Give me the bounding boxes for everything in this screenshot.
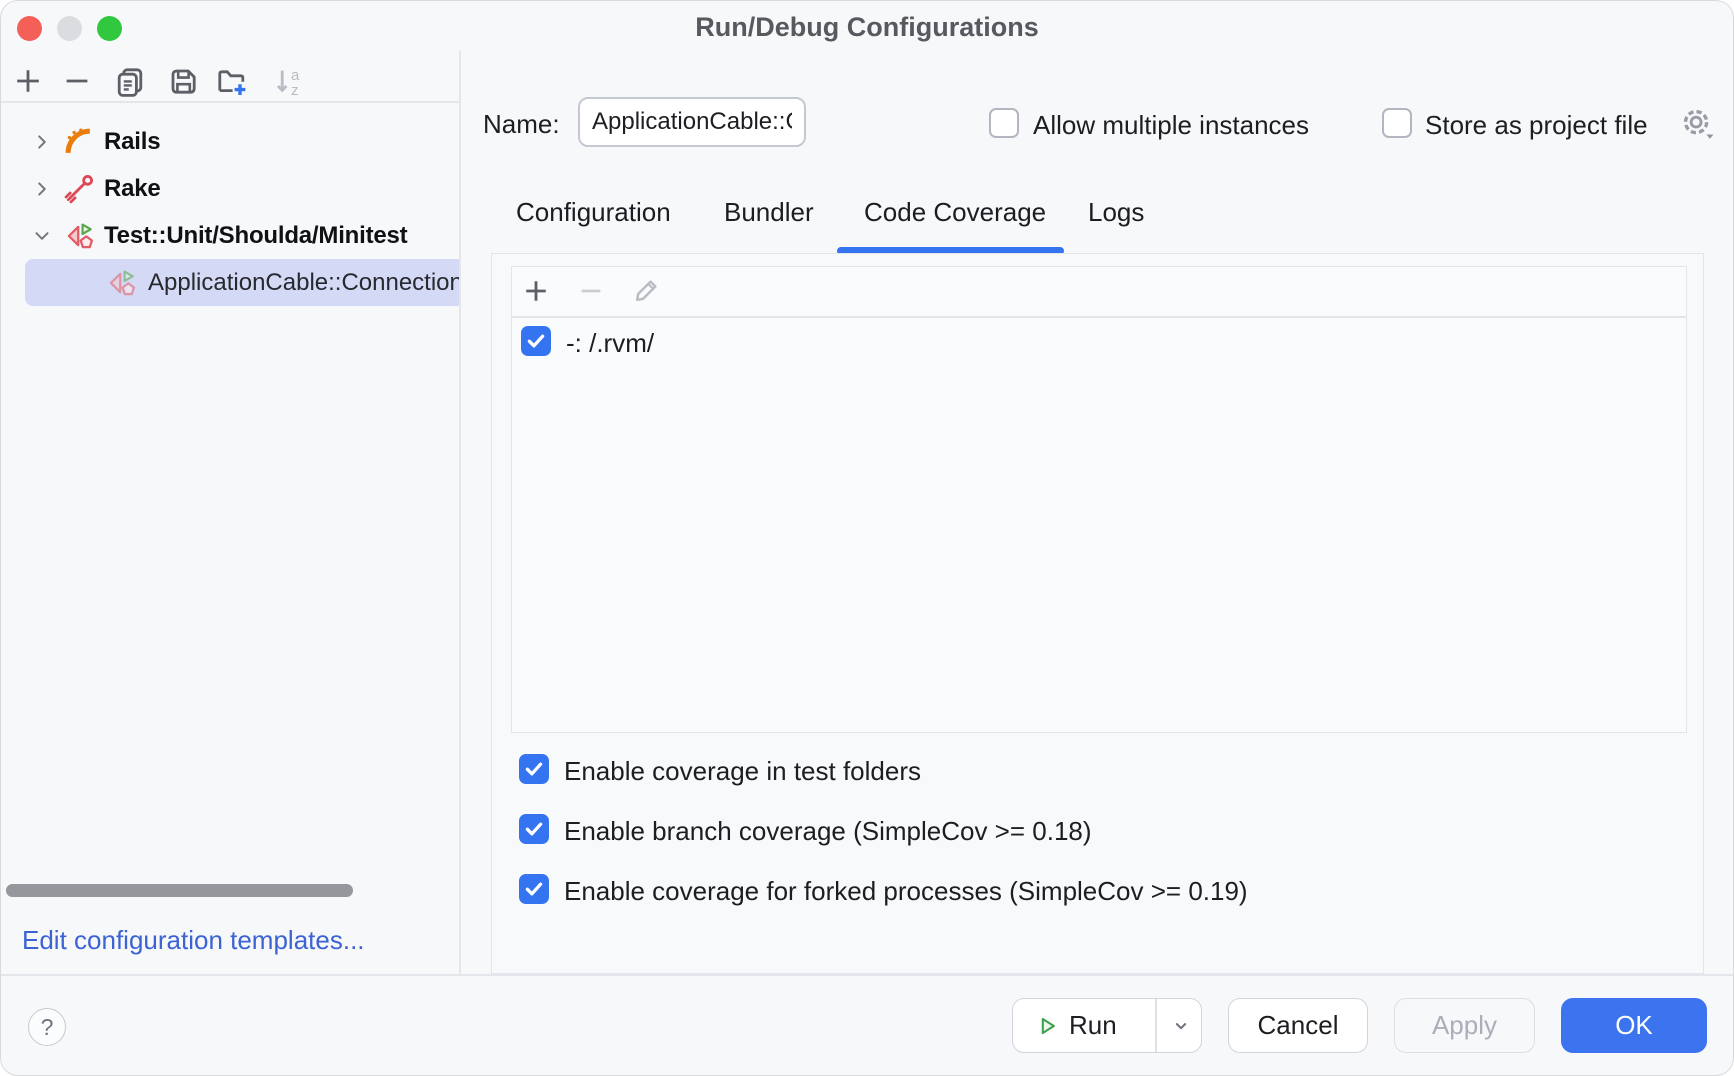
copy-icon bbox=[114, 65, 146, 97]
plus-icon bbox=[521, 276, 551, 306]
minus-icon bbox=[61, 65, 93, 97]
store-as-project-file-label: Store as project file bbox=[1425, 110, 1648, 141]
sidebar-divider bbox=[459, 51, 461, 974]
svg-text:z: z bbox=[291, 82, 299, 97]
test-unit-icon bbox=[64, 221, 94, 251]
checkmark-icon bbox=[522, 877, 546, 901]
ok-button[interactable]: OK bbox=[1561, 998, 1707, 1053]
new-folder-icon bbox=[215, 65, 247, 97]
help-button[interactable]: ? bbox=[28, 1008, 66, 1046]
tree-item-label: Test::Unit/Shoulda/Minitest bbox=[104, 222, 407, 250]
allow-multiple-instances-checkbox[interactable] bbox=[989, 108, 1019, 138]
enable-coverage-forked-processes-label: Enable coverage for forked processes (Si… bbox=[564, 876, 1248, 907]
play-icon bbox=[1035, 1014, 1059, 1038]
add-pattern-button[interactable] bbox=[521, 276, 551, 306]
sidebar-horizontal-scrollbar[interactable] bbox=[6, 884, 353, 897]
apply-button[interactable]: Apply bbox=[1394, 998, 1535, 1053]
run-debug-configurations-dialog: Run/Debug Configurations a z bbox=[0, 0, 1734, 1076]
remove-pattern-button[interactable] bbox=[576, 276, 606, 306]
sort-configurations-button[interactable]: a z bbox=[273, 65, 305, 97]
sort-alphabetically-icon: a z bbox=[273, 65, 305, 97]
tree-item-label: Rails bbox=[104, 128, 160, 156]
tab-configuration[interactable]: Configuration bbox=[516, 197, 671, 228]
store-options-gear-button[interactable] bbox=[1679, 105, 1715, 141]
pencil-icon bbox=[631, 276, 661, 306]
pattern-checkbox[interactable] bbox=[521, 326, 551, 356]
enable-coverage-in-test-folders-label: Enable coverage in test folders bbox=[564, 756, 921, 787]
rails-icon bbox=[64, 127, 94, 157]
tree-item-rails[interactable]: Rails bbox=[1, 118, 459, 165]
store-as-project-file-checkbox[interactable] bbox=[1382, 108, 1412, 138]
run-options-chevron-button[interactable] bbox=[1159, 999, 1203, 1052]
question-mark-icon: ? bbox=[41, 1014, 54, 1041]
tab-logs[interactable]: Logs bbox=[1088, 197, 1144, 228]
run-split-divider bbox=[1155, 999, 1157, 1052]
pattern-toolbar-separator bbox=[512, 316, 1686, 318]
configuration-name-input[interactable] bbox=[578, 97, 806, 147]
pattern-label: -: /.rvm/ bbox=[566, 328, 654, 359]
run-button[interactable]: Run bbox=[1012, 998, 1202, 1053]
remove-configuration-button[interactable] bbox=[61, 65, 93, 97]
name-label: Name: bbox=[483, 109, 560, 140]
cancel-button[interactable]: Cancel bbox=[1228, 998, 1368, 1053]
edit-pattern-button[interactable] bbox=[631, 276, 661, 306]
checkmark-icon bbox=[522, 757, 546, 781]
tab-bundler[interactable]: Bundler bbox=[724, 197, 814, 228]
test-unit-icon bbox=[106, 268, 136, 298]
minus-icon bbox=[576, 276, 606, 306]
tree-item-label: ApplicationCable::Connection bbox=[148, 269, 459, 297]
dropdown-triangle-icon bbox=[1706, 134, 1713, 138]
allow-multiple-instances-label: Allow multiple instances bbox=[1033, 110, 1309, 141]
chevron-right-icon[interactable] bbox=[32, 179, 52, 199]
coverage-patterns-list bbox=[511, 266, 1687, 733]
enable-branch-coverage-label: Enable branch coverage (SimpleCov >= 0.1… bbox=[564, 816, 1092, 847]
tree-item-label: Rake bbox=[104, 175, 161, 203]
chevron-down-icon bbox=[1170, 1015, 1192, 1037]
tree-item-applicationcable-connection-selected[interactable]: ApplicationCable::Connection bbox=[25, 259, 459, 306]
window-title: Run/Debug Configurations bbox=[1, 12, 1733, 43]
checkmark-icon bbox=[522, 817, 546, 841]
enable-coverage-in-test-folders-checkbox[interactable] bbox=[519, 754, 549, 784]
tab-code-coverage[interactable]: Code Coverage bbox=[864, 197, 1046, 228]
edit-configuration-templates-link[interactable]: Edit configuration templates... bbox=[22, 925, 365, 956]
new-folder-button[interactable] bbox=[215, 65, 247, 97]
add-configuration-button[interactable] bbox=[12, 65, 44, 97]
sidebar-toolbar-separator bbox=[1, 101, 459, 103]
save-configuration-button[interactable] bbox=[167, 65, 199, 97]
tree-item-rake[interactable]: Rake bbox=[1, 165, 459, 212]
plus-icon bbox=[12, 65, 44, 97]
chevron-right-icon[interactable] bbox=[32, 132, 52, 152]
copy-configuration-button[interactable] bbox=[114, 65, 146, 97]
chevron-down-icon[interactable] bbox=[32, 226, 52, 246]
checkmark-icon bbox=[524, 329, 548, 353]
tree-item-test-unit[interactable]: Test::Unit/Shoulda/Minitest bbox=[1, 212, 459, 259]
save-icon bbox=[167, 65, 199, 97]
rake-icon bbox=[64, 174, 94, 204]
gear-icon bbox=[1679, 105, 1715, 141]
enable-branch-coverage-checkbox[interactable] bbox=[519, 814, 549, 844]
enable-coverage-forked-processes-checkbox[interactable] bbox=[519, 874, 549, 904]
footer-separator bbox=[1, 974, 1734, 976]
run-button-label: Run bbox=[1069, 1010, 1117, 1041]
